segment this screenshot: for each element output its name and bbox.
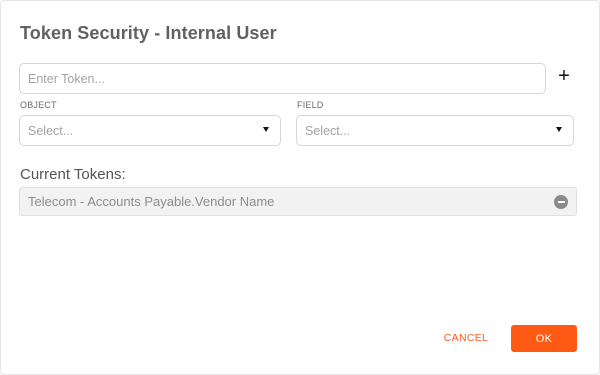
token-security-dialog: Token Security - Internal User + OBJECT …: [0, 0, 600, 375]
field-label: FIELD: [297, 100, 324, 110]
caret-down-icon: [556, 127, 562, 132]
token-text: Telecom - Accounts Payable.Vendor Name: [28, 194, 275, 209]
field-select-value: Select...: [305, 123, 351, 138]
object-select-value: Select...: [28, 123, 74, 138]
token-list-item: Telecom - Accounts Payable.Vendor Name: [19, 187, 577, 216]
dialog-title: Token Security - Internal User: [20, 23, 277, 43]
object-select[interactable]: Select...: [19, 115, 281, 146]
cancel-button[interactable]: CANCEL: [437, 326, 495, 350]
caret-down-icon: [263, 127, 269, 132]
current-tokens-heading: Current Tokens:: [20, 166, 126, 183]
add-token-button[interactable]: +: [554, 65, 574, 87]
field-select[interactable]: Select...: [296, 115, 574, 146]
enter-token-input[interactable]: [19, 63, 546, 94]
plus-icon: +: [558, 65, 570, 87]
object-label: OBJECT: [20, 100, 57, 110]
remove-circle-icon[interactable]: [554, 194, 568, 209]
ok-button[interactable]: OK: [511, 325, 577, 352]
